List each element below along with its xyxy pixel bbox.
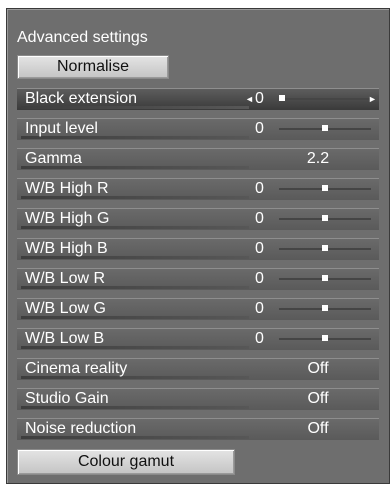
setting-value: Off bbox=[307, 420, 329, 437]
setting-label: Gamma bbox=[25, 150, 82, 167]
slider-marker[interactable] bbox=[279, 95, 285, 101]
slider-marker[interactable] bbox=[322, 335, 328, 341]
setting-row-black-extension[interactable]: Black extension ◄ 0 ► bbox=[17, 88, 379, 110]
setting-label: W/B Low R bbox=[25, 270, 106, 287]
setting-row-w-b-high-r[interactable]: W/B High R 0 bbox=[17, 178, 379, 200]
arrow-right-icon[interactable]: ► bbox=[368, 94, 377, 104]
setting-label: Noise reduction bbox=[25, 420, 137, 437]
setting-value: 2.2 bbox=[306, 150, 330, 167]
setting-label: W/B High B bbox=[25, 240, 108, 257]
setting-row-w-b-low-g[interactable]: W/B Low G 0 bbox=[17, 298, 379, 320]
setting-value: 0 bbox=[255, 120, 264, 137]
slider-marker[interactable] bbox=[322, 305, 328, 311]
setting-value: 0 bbox=[255, 180, 264, 197]
setting-value: 0 bbox=[255, 270, 264, 287]
colour-gamut-button[interactable]: Colour gamut bbox=[17, 449, 235, 475]
setting-value: 0 bbox=[255, 240, 264, 257]
setting-row-w-b-low-r[interactable]: W/B Low R 0 bbox=[17, 268, 379, 290]
slider-marker[interactable] bbox=[322, 185, 328, 191]
arrow-left-icon[interactable]: ◄ bbox=[245, 94, 254, 104]
setting-label: Cinema reality bbox=[25, 360, 128, 377]
setting-value: 0 bbox=[255, 210, 264, 227]
setting-label: Black extension bbox=[25, 90, 138, 107]
setting-row-w-b-low-b[interactable]: W/B Low B 0 bbox=[17, 328, 379, 350]
setting-label: Input level bbox=[25, 120, 98, 137]
slider-marker[interactable] bbox=[322, 245, 328, 251]
setting-value: Off bbox=[307, 360, 329, 377]
setting-label: W/B High G bbox=[25, 210, 110, 227]
setting-row-w-b-high-g[interactable]: W/B High G 0 bbox=[17, 208, 379, 230]
setting-row-cinema-reality[interactable]: Cinema reality Off bbox=[17, 358, 379, 380]
slider-track[interactable] bbox=[279, 98, 371, 100]
setting-row-gamma[interactable]: Gamma 2.2 bbox=[17, 148, 379, 170]
setting-value: 0 bbox=[255, 330, 264, 347]
panel-title: Advanced settings bbox=[17, 29, 148, 46]
slider-marker[interactable] bbox=[322, 125, 328, 131]
setting-row-input-level[interactable]: Input level 0 bbox=[17, 118, 379, 140]
slider-marker[interactable] bbox=[322, 215, 328, 221]
setting-label: W/B Low G bbox=[25, 300, 106, 317]
setting-row-w-b-high-b[interactable]: W/B High B 0 bbox=[17, 238, 379, 260]
setting-value: 0 bbox=[255, 90, 264, 107]
setting-row-noise-reduction[interactable]: Noise reduction Off bbox=[17, 418, 379, 440]
slider-marker[interactable] bbox=[322, 275, 328, 281]
setting-row-studio-gain[interactable]: Studio Gain Off bbox=[17, 388, 379, 410]
setting-label: Studio Gain bbox=[25, 390, 109, 407]
setting-label: W/B High R bbox=[25, 180, 109, 197]
setting-value: Off bbox=[307, 390, 329, 407]
setting-value: 0 bbox=[255, 300, 264, 317]
setting-label: W/B Low B bbox=[25, 330, 105, 347]
normalise-button[interactable]: Normalise bbox=[17, 55, 169, 79]
